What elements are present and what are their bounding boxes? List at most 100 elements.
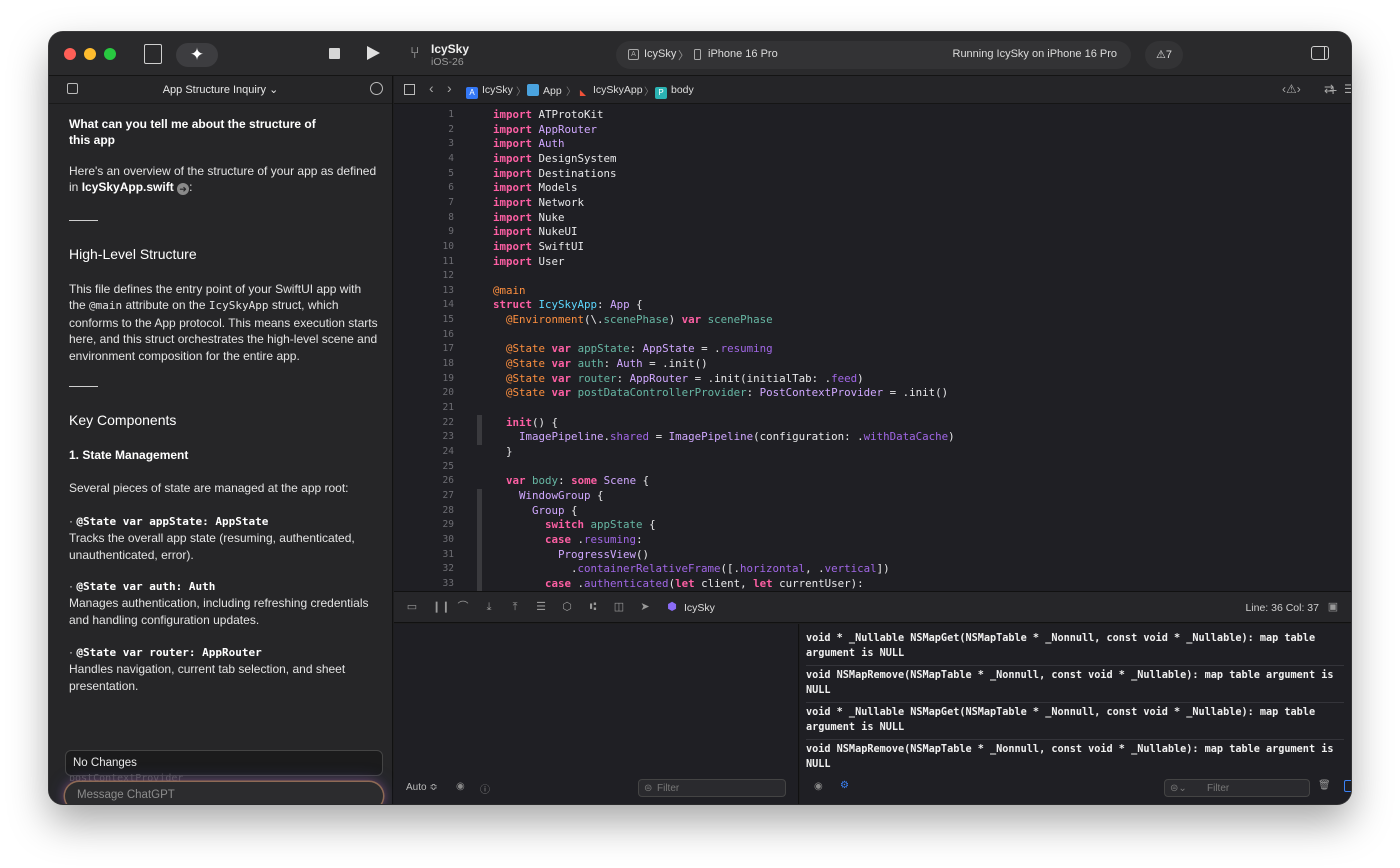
line-number[interactable]: 25 (394, 461, 454, 472)
line-number[interactable]: 23 (394, 431, 454, 442)
related-items-icon[interactable] (404, 84, 415, 95)
line-number[interactable]: 15 (394, 314, 454, 325)
code-line[interactable]: import ATProtoKit (493, 108, 604, 121)
warnings-badge[interactable]: ⚠︎7 (1145, 41, 1183, 69)
code-line[interactable]: .containerRelativeFrame([.horizontal, .v… (493, 562, 890, 575)
code-line[interactable]: switch appState { (493, 518, 656, 531)
minimize-window-button[interactable] (84, 48, 96, 60)
line-number[interactable]: 20 (394, 387, 454, 398)
line-number[interactable]: 9 (394, 226, 454, 237)
line-number[interactable]: 21 (394, 402, 454, 413)
line-number[interactable]: 17 (394, 343, 454, 354)
line-number[interactable]: 22 (394, 417, 454, 428)
code-line[interactable]: init() { (493, 416, 558, 429)
arrow-right-icon[interactable]: ➜ (177, 183, 190, 196)
code-line[interactable]: import Models (493, 181, 578, 194)
message-input[interactable]: Message ChatGPT (65, 782, 383, 804)
forward-icon[interactable]: › (447, 80, 452, 96)
line-number[interactable]: 18 (394, 358, 454, 369)
line-number[interactable]: 12 (394, 270, 454, 281)
console-toggle-icon[interactable]: ▣ (1327, 601, 1339, 613)
debug-scheme[interactable]: IcySky (684, 602, 715, 614)
add-tab-icon[interactable]: + (1329, 82, 1337, 98)
line-number[interactable]: 13 (394, 285, 454, 296)
chat-title[interactable]: App Structure Inquiry ⌄ (49, 83, 392, 96)
line-number[interactable]: 14 (394, 299, 454, 310)
eye-icon[interactable]: ◉ (814, 781, 823, 792)
line-number[interactable]: 24 (394, 446, 454, 457)
step-out-icon[interactable]: ⤒ (509, 601, 521, 613)
history-icon[interactable] (370, 82, 383, 95)
line-number[interactable]: 16 (394, 329, 454, 340)
code-line[interactable]: import NukeUI (493, 225, 578, 238)
memory-graph-icon[interactable]: ⬡ (561, 601, 573, 613)
line-number[interactable]: 7 (394, 197, 454, 208)
code-line[interactable]: WindowGroup { (493, 489, 604, 502)
line-number[interactable]: 28 (394, 505, 454, 516)
code-line[interactable]: import User (493, 255, 565, 268)
console-filter[interactable]: ⊜⌄ Filter (1164, 779, 1310, 797)
location-arrow-icon[interactable]: ➤ (639, 601, 651, 613)
line-number[interactable]: 1 (394, 109, 454, 120)
code-line[interactable]: case .resuming: (493, 533, 643, 546)
close-window-button[interactable] (64, 48, 76, 60)
line-number[interactable]: 29 (394, 519, 454, 530)
play-icon[interactable] (367, 46, 380, 60)
code-line[interactable]: import DesignSystem (493, 152, 617, 165)
line-number[interactable]: 4 (394, 153, 454, 164)
scope-selector[interactable]: Auto ≎ (406, 782, 438, 793)
view-hierarchy-icon[interactable]: ☰ (535, 601, 547, 613)
line-number[interactable]: 6 (394, 182, 454, 193)
sparkle-icon[interactable]: ✦ (176, 43, 218, 67)
info-icon[interactable]: ⓘ (480, 781, 490, 796)
code-line[interactable]: @State var postDataControllerProvider: P… (493, 386, 948, 399)
step-into-icon[interactable]: ⤓ (483, 601, 495, 613)
variables-filter[interactable]: ⊜ Filter (638, 779, 786, 797)
breadcrumb-file[interactable]: ◣ IcySkyApp (577, 84, 643, 99)
code-line[interactable]: @State var router: AppRouter = .init(ini… (493, 372, 864, 385)
step-over-icon[interactable]: ⌒ (457, 601, 469, 613)
code-line[interactable]: ProgressView() (493, 548, 649, 561)
console-options-icon[interactable]: ⚙ (840, 780, 849, 791)
code-line[interactable]: import AppRouter (493, 123, 597, 136)
line-number[interactable]: 5 (394, 168, 454, 179)
code-line[interactable]: import Network (493, 196, 584, 209)
code-line[interactable]: struct IcySkyApp: App { (493, 298, 643, 311)
code-line[interactable]: Group { (493, 504, 578, 517)
code-line[interactable]: case .authenticated(let client, let curr… (493, 577, 864, 590)
scheme-name[interactable]: IcySky (644, 48, 676, 60)
stop-icon[interactable] (329, 48, 340, 59)
hide-debug-area-icon[interactable]: ▭ (406, 601, 418, 613)
code-line[interactable]: ImagePipeline.shared = ImagePipeline(con… (493, 430, 955, 443)
breadcrumb-project[interactable]: A IcySky (466, 84, 513, 99)
pause-icon[interactable]: ❙❙ (432, 601, 450, 613)
breadcrumb-folder[interactable]: App (527, 84, 562, 97)
line-number[interactable]: 19 (394, 373, 454, 384)
issue-navigation-icon[interactable]: ‹⚠› (1282, 82, 1301, 96)
simulate-location-icon[interactable]: ◫ (613, 601, 625, 613)
document-icon[interactable] (144, 44, 162, 64)
line-number[interactable]: 33 (394, 578, 454, 589)
project-name[interactable]: IcySky (431, 42, 469, 56)
line-number[interactable]: 8 (394, 212, 454, 223)
line-number[interactable]: 3 (394, 138, 454, 149)
line-number[interactable]: 10 (394, 241, 454, 252)
breadcrumb-symbol[interactable]: Pbody (655, 84, 694, 99)
eye-icon[interactable]: ◉ (456, 781, 465, 792)
trash-icon[interactable]: 🗑 (1318, 780, 1331, 791)
minimap-icon[interactable]: ☰ (1344, 82, 1351, 96)
back-icon[interactable]: ‹ (429, 80, 434, 96)
code-line[interactable]: import Destinations (493, 167, 617, 180)
line-number[interactable]: 31 (394, 549, 454, 560)
branch-icon[interactable]: ⑂ (410, 44, 420, 64)
sidebar-toggle-icon[interactable] (1311, 46, 1329, 60)
code-line[interactable]: import Nuke (493, 211, 565, 224)
line-number[interactable]: 2 (394, 124, 454, 135)
code-line[interactable]: import SwiftUI (493, 240, 584, 253)
code-area[interactable]: 1 import ATProtoKit 2 import AppRouter 3 impo… (394, 104, 1351, 623)
line-number[interactable]: 32 (394, 563, 454, 574)
line-number[interactable]: 11 (394, 256, 454, 267)
code-line[interactable]: import Auth (493, 137, 565, 150)
line-number[interactable]: 26 (394, 475, 454, 486)
code-line[interactable]: @main (493, 284, 526, 297)
